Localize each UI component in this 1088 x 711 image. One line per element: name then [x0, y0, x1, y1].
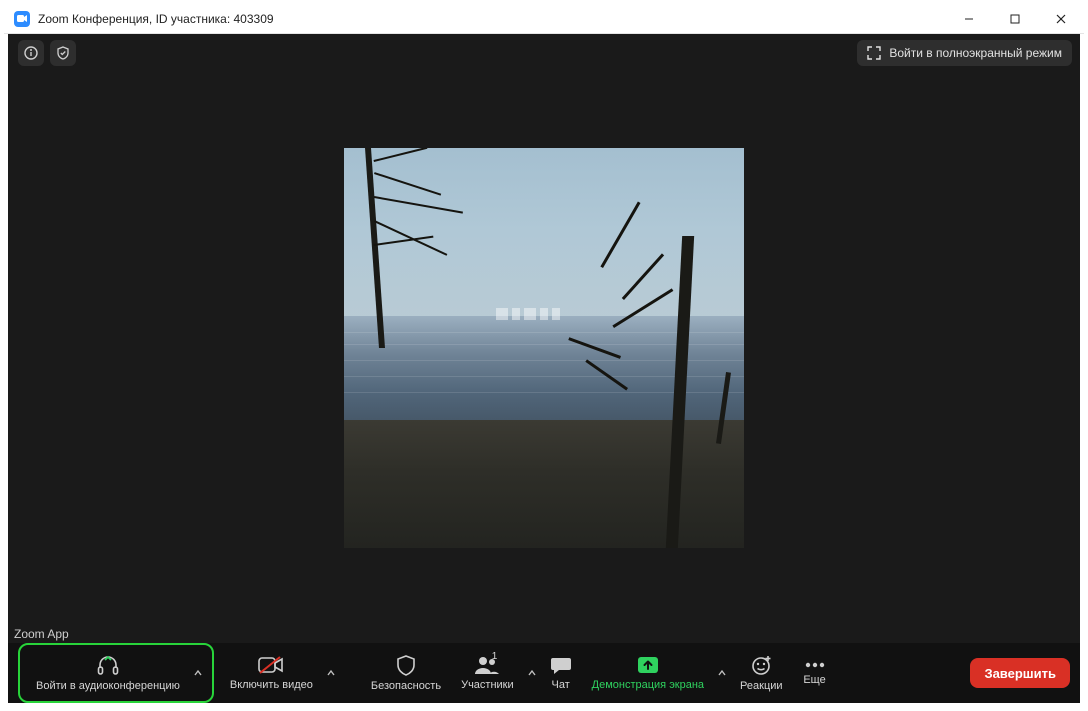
fullscreen-icon	[867, 46, 881, 60]
join-audio-options-chevron[interactable]	[190, 648, 206, 698]
reactions-label: Реакции	[740, 680, 783, 692]
join-audio-label: Войти в аудиоконференцию	[36, 680, 180, 692]
participants-button[interactable]: 1 Участники	[451, 647, 524, 699]
zoom-logo-icon	[14, 11, 30, 27]
participants-options-chevron[interactable]	[524, 648, 540, 698]
app-name-label: Zoom App	[14, 627, 69, 641]
zoom-meeting-window: Zoom Конференция, ID участника: 403309 В…	[0, 0, 1088, 711]
shield-icon	[395, 654, 417, 676]
security-label: Безопасность	[371, 680, 441, 692]
end-meeting-button[interactable]: Завершить	[970, 658, 1070, 688]
participants-label: Участники	[461, 679, 514, 691]
start-video-label: Включить видео	[230, 679, 313, 691]
more-button[interactable]: Еще	[793, 647, 837, 699]
meeting-toolbar: Войти в аудиоконференцию Включить видео	[8, 643, 1080, 703]
video-icon	[258, 655, 284, 675]
info-button[interactable]	[18, 40, 44, 66]
chat-button[interactable]: Чат	[540, 647, 582, 699]
share-screen-label: Демонстрация экрана	[592, 679, 704, 691]
chat-icon	[550, 655, 572, 675]
video-area	[8, 72, 1080, 623]
fullscreen-label: Войти в полноэкранный режим	[889, 46, 1062, 60]
share-screen-icon	[636, 655, 660, 675]
start-video-button[interactable]: Включить видео	[220, 647, 323, 699]
chat-label: Чат	[552, 679, 570, 691]
more-label: Еще	[803, 674, 825, 686]
maximize-button[interactable]	[992, 4, 1038, 33]
more-icon	[803, 660, 827, 670]
participants-count: 1	[492, 651, 498, 662]
participant-video-tile[interactable]	[344, 148, 744, 548]
reactions-icon	[750, 654, 772, 676]
join-audio-button[interactable]: Войти в аудиоконференцию	[26, 647, 190, 699]
security-button[interactable]: Безопасность	[361, 647, 451, 699]
meeting-area: Войти в полноэкранный режим	[8, 34, 1080, 703]
minimize-button[interactable]	[946, 4, 992, 33]
close-button[interactable]	[1038, 4, 1084, 33]
reactions-button[interactable]: Реакции	[730, 647, 793, 699]
start-video-options-chevron[interactable]	[323, 648, 339, 698]
window-title: Zoom Конференция, ID участника: 403309	[38, 12, 946, 26]
end-meeting-label: Завершить	[984, 666, 1056, 681]
title-bar: Zoom Конференция, ID участника: 403309	[4, 4, 1084, 34]
encryption-shield-button[interactable]	[50, 40, 76, 66]
join-audio-highlight: Войти в аудиоконференцию	[18, 643, 214, 703]
share-screen-button[interactable]: Демонстрация экрана	[582, 647, 714, 699]
fullscreen-button[interactable]: Войти в полноэкранный режим	[857, 40, 1072, 66]
share-screen-options-chevron[interactable]	[714, 648, 730, 698]
meeting-top-bar: Войти в полноэкранный режим	[8, 34, 1080, 72]
headphones-icon	[96, 654, 120, 676]
